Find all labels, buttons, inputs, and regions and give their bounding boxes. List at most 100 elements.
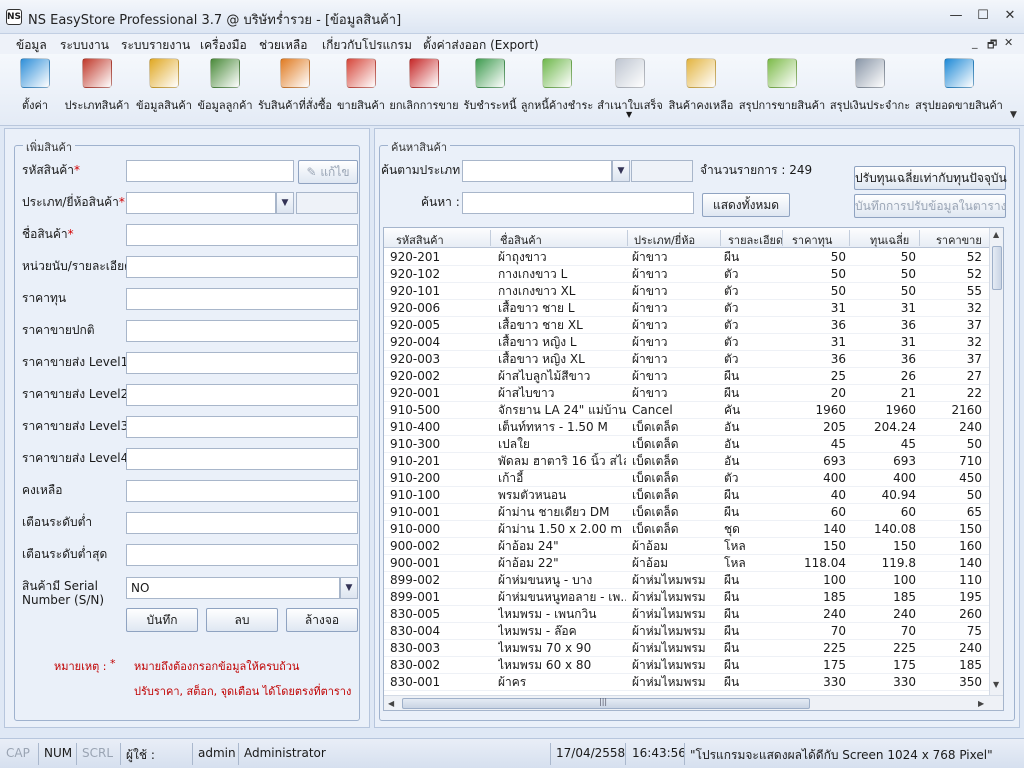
- cell-code[interactable]: 920-005: [390, 317, 488, 333]
- cell-price[interactable]: 2160: [922, 402, 982, 418]
- serial-dropdown-icon[interactable]: ▼: [340, 577, 358, 599]
- cell-avg-cost[interactable]: 21: [852, 385, 916, 401]
- cell-avg-cost[interactable]: 400: [852, 470, 916, 486]
- cell-cost[interactable]: 140: [784, 521, 846, 537]
- col-avg-cost[interactable]: ทุนเฉลี่ย: [870, 231, 909, 249]
- cell-category[interactable]: Cancel: [632, 402, 718, 418]
- cell-category[interactable]: เบ็ดเตล็ด: [632, 521, 718, 537]
- cell-cost[interactable]: 25: [784, 368, 846, 384]
- cell-cost[interactable]: 36: [784, 317, 846, 333]
- cell-category[interactable]: ผ้าขาว: [632, 317, 718, 333]
- table-row[interactable]: 920-005 เสื้อขาว ชาย XL ผ้าขาว ตัว 36 36 37: [384, 317, 989, 334]
- cell-code[interactable]: 830-005: [390, 606, 488, 622]
- stock-input[interactable]: [126, 480, 358, 502]
- cell-avg-cost[interactable]: 119.8: [852, 555, 916, 571]
- category-dropdown-icon[interactable]: ▼: [276, 192, 294, 214]
- vertical-scrollbar[interactable]: ▲ ▼: [989, 228, 1003, 695]
- cell-category[interactable]: เบ็ดเตล็ด: [632, 487, 718, 503]
- scroll-left-icon[interactable]: ◀: [388, 699, 394, 708]
- cell-code[interactable]: 920-006: [390, 300, 488, 316]
- cell-cost[interactable]: 20: [784, 385, 846, 401]
- cell-avg-cost[interactable]: 45: [852, 436, 916, 452]
- cell-code[interactable]: 910-500: [390, 402, 488, 418]
- cell-name[interactable]: ไหมพรม - ล๊อค: [498, 623, 626, 639]
- table-row[interactable]: 900-002 ผ้าอ้อม 24" ผ้าอ้อม โหล 150 150 160: [384, 538, 989, 555]
- cell-category[interactable]: ผ้าห่มไหมพรม: [632, 589, 718, 605]
- cell-category[interactable]: ผ้าห่มไหมพรม: [632, 606, 718, 622]
- table-row[interactable]: 830-002 ไหมพรม 60 x 80 ผ้าห่มไหมพรม ผืน 175 1…: [384, 657, 989, 674]
- cell-price[interactable]: 350: [922, 674, 982, 690]
- cell-detail[interactable]: ตัว: [724, 283, 780, 299]
- cell-name[interactable]: เสื้อขาว ชาย L: [498, 300, 626, 316]
- cell-name[interactable]: ผ้าม่าน ชายเดียว DM: [498, 504, 626, 520]
- cell-cost[interactable]: 205: [784, 419, 846, 435]
- col-category[interactable]: ประเภท/ยี่ห้อ: [634, 231, 695, 249]
- cell-price[interactable]: 240: [922, 419, 982, 435]
- cell-avg-cost[interactable]: 150: [852, 538, 916, 554]
- cell-code[interactable]: 899-001: [390, 589, 488, 605]
- cell-category[interactable]: ผ้าอ้อม: [632, 555, 718, 571]
- table-row[interactable]: 899-001 ผ้าห่มขนหนูทอลาย - เพ... ผ้าห่มไหม…: [384, 589, 989, 606]
- cell-price[interactable]: 710: [922, 453, 982, 469]
- cell-category[interactable]: เบ็ดเตล็ด: [632, 419, 718, 435]
- tool-sales-total-summary[interactable]: สรุปยอดขายสินค้า: [914, 58, 1004, 122]
- cell-detail[interactable]: ผืน: [724, 249, 780, 265]
- tool-shift-summary[interactable]: สรุปเงินประจำกะ: [828, 58, 912, 122]
- cell-name[interactable]: ผ้าสไบขาว: [498, 385, 626, 401]
- cell-price[interactable]: 22: [922, 385, 982, 401]
- cell-detail[interactable]: ตัว: [724, 300, 780, 316]
- tool-customers[interactable]: ข้อมูลลูกค้า: [196, 58, 254, 122]
- cell-cost[interactable]: 330: [784, 674, 846, 690]
- cell-category[interactable]: ผ้าห่มไหมพรม: [632, 657, 718, 673]
- cell-code[interactable]: 910-201: [390, 453, 488, 469]
- cell-price[interactable]: 260: [922, 606, 982, 622]
- tool-categories[interactable]: ประเภทสินค้า: [62, 58, 132, 122]
- cell-avg-cost[interactable]: 70: [852, 623, 916, 639]
- cell-avg-cost[interactable]: 140.08: [852, 521, 916, 537]
- cell-avg-cost[interactable]: 50: [852, 249, 916, 265]
- cell-category[interactable]: ผ้าขาว: [632, 300, 718, 316]
- cell-name[interactable]: กางเกงขาว XL: [498, 283, 626, 299]
- table-row[interactable]: 830-005 ไหมพรม - เพนกวิน ผ้าห่มไหมพรม ผืน 24…: [384, 606, 989, 623]
- cell-code[interactable]: 830-004: [390, 623, 488, 639]
- cell-price[interactable]: 52: [922, 266, 982, 282]
- cell-detail[interactable]: ผืน: [724, 589, 780, 605]
- vertical-scroll-thumb[interactable]: [992, 246, 1002, 290]
- tool-receive-payment[interactable]: รับชำระหนี้: [462, 58, 518, 122]
- cell-price[interactable]: 32: [922, 300, 982, 316]
- cell-category[interactable]: ผ้าขาว: [632, 266, 718, 282]
- cell-name[interactable]: ผ้าคร: [498, 674, 626, 690]
- edit-button[interactable]: ✎ แก้ไข: [298, 160, 358, 184]
- copy-receipt-dropdown-icon[interactable]: ▼: [626, 110, 632, 119]
- cell-price[interactable]: 27: [922, 368, 982, 384]
- table-row[interactable]: 910-100 พรมตัวหนอน เบ็ดเตล็ด ผืน 40 40.94 50: [384, 487, 989, 504]
- cell-detail[interactable]: โหล: [724, 555, 780, 571]
- cell-detail[interactable]: ผืน: [724, 606, 780, 622]
- cell-detail[interactable]: ผืน: [724, 487, 780, 503]
- cell-name[interactable]: เสื้อขาว ชาย XL: [498, 317, 626, 333]
- cell-category[interactable]: ผ้าขาว: [632, 385, 718, 401]
- cell-code[interactable]: 920-102: [390, 266, 488, 282]
- cell-avg-cost[interactable]: 26: [852, 368, 916, 384]
- table-row[interactable]: 920-102 กางเกงขาว L ผ้าขาว ตัว 50 50 52: [384, 266, 989, 283]
- table-row[interactable]: 899-002 ผ้าห่มขนหนู - บาง ผ้าห่มไหมพรม ผืน 1…: [384, 572, 989, 589]
- cell-name[interactable]: ไหมพรม 70 x 90: [498, 640, 626, 656]
- tool-receive-orders[interactable]: รับสินค้าที่สั่งซื้อ: [256, 58, 334, 122]
- lowest-alert-input[interactable]: [126, 544, 358, 566]
- cell-avg-cost[interactable]: 175: [852, 657, 916, 673]
- search-category-select[interactable]: [462, 160, 612, 182]
- mdi-minimize-icon[interactable]: _: [972, 36, 978, 49]
- low-alert-input[interactable]: [126, 512, 358, 534]
- cell-price[interactable]: 140: [922, 555, 982, 571]
- cell-cost[interactable]: 1960: [784, 402, 846, 418]
- menu-reports[interactable]: ระบบรายงาน: [121, 36, 190, 55]
- cell-code[interactable]: 910-100: [390, 487, 488, 503]
- cell-name[interactable]: กางเกงขาว L: [498, 266, 626, 282]
- cell-category[interactable]: เบ็ดเตล็ด: [632, 453, 718, 469]
- cell-price[interactable]: 50: [922, 487, 982, 503]
- cell-cost[interactable]: 240: [784, 606, 846, 622]
- tool-cancel-sale[interactable]: ยกเลิกการขาย: [388, 58, 460, 122]
- cell-name[interactable]: ผ้าอ้อม 24": [498, 538, 626, 554]
- mdi-close-icon[interactable]: ✕: [1004, 36, 1013, 49]
- cell-avg-cost[interactable]: 50: [852, 283, 916, 299]
